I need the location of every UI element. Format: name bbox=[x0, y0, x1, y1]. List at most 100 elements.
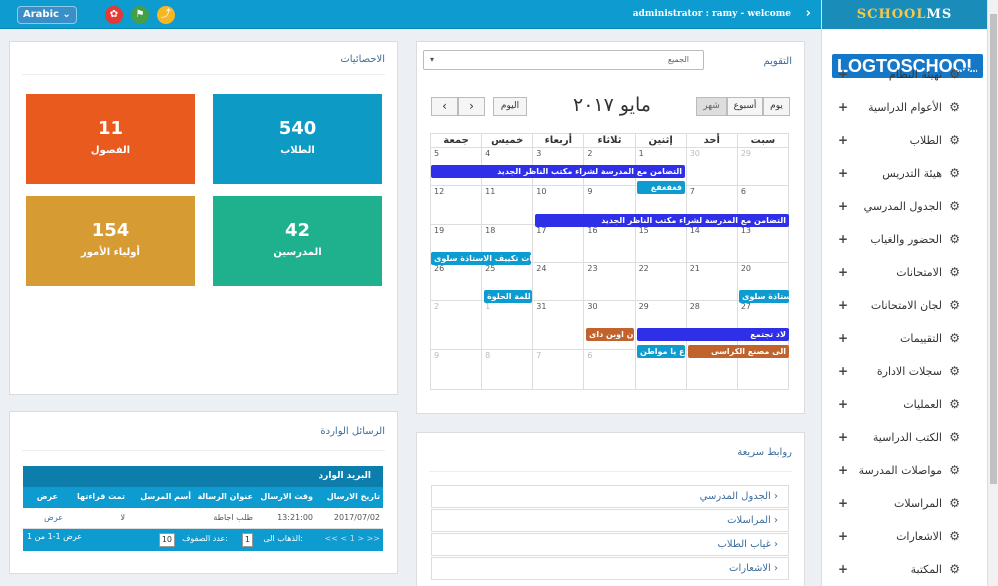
calendar-day[interactable]: 14 bbox=[685, 224, 738, 263]
calendar-day[interactable]: 31 bbox=[532, 300, 585, 350]
plus-icon: + bbox=[838, 232, 849, 246]
calendar-day[interactable]: 13 bbox=[736, 224, 790, 263]
language-dropdown[interactable]: Arabic ⌄ bbox=[17, 6, 77, 24]
prev-month-button[interactable]: ‹ bbox=[431, 97, 458, 116]
calendar-day[interactable]: 9 bbox=[429, 349, 483, 390]
quicklink-messages[interactable]: المراسلات › bbox=[431, 509, 789, 532]
classes-count: 11 bbox=[97, 118, 124, 139]
calendar-day[interactable]: 8 bbox=[481, 349, 534, 390]
scrollbar[interactable] bbox=[987, 0, 998, 586]
sidebar-item[interactable]: + الأعوام الدراسية ⚙ bbox=[822, 92, 988, 125]
sidebar-item[interactable]: + المراسلات ⚙ bbox=[822, 488, 988, 521]
pager-controls[interactable]: << < 1 > >> bbox=[325, 534, 380, 543]
cell-view-link[interactable]: عرض bbox=[44, 513, 63, 522]
month-title: مايو ٢٠١٧ bbox=[573, 94, 651, 116]
calendar-event[interactable]: لاد تجتمع bbox=[637, 328, 789, 341]
quicklink-notifications[interactable]: الاشعارات › bbox=[431, 557, 789, 580]
calendar-day[interactable]: 2 bbox=[429, 300, 483, 350]
sidebar-item[interactable]: + الاشعارات ⚙ bbox=[822, 521, 988, 554]
calendar-event[interactable]: الى مصنع الكراسى bbox=[688, 345, 789, 358]
calendar-day[interactable]: 12 bbox=[429, 185, 483, 225]
sidebar-item[interactable]: + الطلاب ⚙ bbox=[822, 125, 988, 158]
calendar-event[interactable]: تكلفة الاستاذة سلوى bbox=[739, 290, 789, 303]
col-read[interactable]: تمت قراءتها bbox=[77, 492, 125, 501]
welcome-text: administrator : ramy - welcome bbox=[632, 9, 791, 19]
calendar-day[interactable]: 29 bbox=[736, 147, 790, 186]
divider bbox=[22, 74, 385, 75]
sidebar-item[interactable]: + العمليات ⚙ bbox=[822, 389, 988, 422]
goto-page-select[interactable]: 1 bbox=[241, 533, 253, 547]
col-send-time[interactable]: وقت الارسال bbox=[260, 492, 313, 501]
calendar-event[interactable]: ع يا مواطن bbox=[637, 345, 685, 358]
sidebar-item[interactable]: + المكتبة ⚙ bbox=[822, 554, 988, 586]
sidebar-item[interactable]: + التقييمات ⚙ bbox=[822, 323, 988, 356]
col-sender[interactable]: أسم المرسل bbox=[140, 492, 191, 501]
day-number: 4 bbox=[485, 149, 491, 158]
calendar-day[interactable]: 26 bbox=[429, 262, 483, 301]
calendar-event[interactable]: ن اوبن داى bbox=[586, 328, 634, 341]
view-week-button[interactable]: أسبوع bbox=[727, 97, 763, 116]
day-number: 7 bbox=[689, 187, 695, 196]
sidebar-item[interactable]: + هيئة التدريس ⚙ bbox=[822, 158, 988, 191]
plus-icon: + bbox=[838, 463, 849, 477]
sidebar-item[interactable]: + الامتحانات ⚙ bbox=[822, 257, 988, 290]
goto-label: الذهاب الى: bbox=[263, 534, 303, 543]
quicklink-schedule[interactable]: الجدول المدرسي › bbox=[431, 485, 789, 508]
classes-tile[interactable]: 11 الفصول bbox=[26, 94, 195, 184]
chart-button[interactable]: ⤴ bbox=[157, 6, 175, 24]
quicklink-absence[interactable]: غياب الطلاب › bbox=[431, 533, 789, 556]
calendar-event[interactable]: فغفغفغ bbox=[637, 181, 685, 194]
calendar-event[interactable]: التضامن مع المدرسة لشراء مكتب الناظر الج… bbox=[431, 165, 685, 178]
calendar-day[interactable]: 16 bbox=[583, 224, 636, 263]
view-day-button[interactable]: يوم bbox=[763, 97, 790, 116]
settings-button[interactable]: ✿ bbox=[105, 6, 123, 24]
sidebar-item[interactable]: + الكتب الدراسية ⚙ bbox=[822, 422, 988, 455]
cell-time: 13:21:00 bbox=[277, 513, 313, 522]
parents-tile[interactable]: 154 أولياء الأمور bbox=[26, 196, 195, 286]
calendar-day[interactable]: 6 bbox=[583, 349, 636, 390]
calendar-event[interactable]: نفات تكييف الاستاذة سلوى bbox=[431, 252, 531, 265]
calendar-day[interactable]: 21 bbox=[685, 262, 738, 301]
col-send-date[interactable]: تاريخ الارسال bbox=[327, 492, 380, 501]
rows-per-page-select[interactable]: 10 bbox=[158, 533, 175, 547]
sidebar-item-label: التقييمات bbox=[900, 332, 942, 345]
sidebar-item[interactable]: + سجلات الادارة ⚙ bbox=[822, 356, 988, 389]
scrollbar-thumb[interactable] bbox=[990, 14, 997, 484]
calendar-day[interactable]: 29 bbox=[634, 300, 687, 350]
today-button[interactable]: اليوم bbox=[493, 97, 527, 116]
sidebar-item[interactable]: + تهيئة النظام ⚙ bbox=[822, 59, 988, 92]
calendar-event[interactable]: التضامن مع المدرسة لشراء مكتب الناظر الج… bbox=[535, 214, 789, 227]
calendar-day[interactable]: 30 bbox=[583, 300, 636, 350]
sidebar-item[interactable]: + لجان الامتحانات ⚙ bbox=[822, 290, 988, 323]
sidebar-item[interactable]: + الحضور والغياب ⚙ bbox=[822, 224, 988, 257]
calendar-event[interactable]: للمة الحلوة bbox=[484, 290, 532, 303]
calendar-day[interactable]: 1 bbox=[481, 300, 534, 350]
calendar-day[interactable]: 22 bbox=[634, 262, 687, 301]
table-row[interactable]: 2017/07/02 13:21:00 طلب اجاطة لا عرض bbox=[23, 508, 383, 529]
calendar-day[interactable]: 27 bbox=[736, 300, 790, 350]
col-view[interactable]: عرض bbox=[37, 492, 58, 501]
weekday-header: خميس bbox=[481, 133, 534, 148]
next-month-button[interactable]: › bbox=[458, 97, 485, 116]
quicklinks-title: روابط سريعة bbox=[737, 447, 792, 458]
calendar-day[interactable]: 17 bbox=[532, 224, 585, 263]
sidebar-item[interactable]: + الجدول المدرسي ⚙ bbox=[822, 191, 988, 224]
col-subject[interactable]: عنوان الرسالة bbox=[197, 492, 253, 501]
students-tile[interactable]: 540 الطلاب bbox=[213, 94, 382, 184]
calendar-day[interactable]: 7 bbox=[532, 349, 585, 390]
sidebar-item[interactable]: + مواصلات المدرسة ⚙ bbox=[822, 455, 988, 488]
calendar-day[interactable]: 30 bbox=[685, 147, 738, 186]
calendar-day[interactable]: 24 bbox=[532, 262, 585, 301]
calendar-day[interactable]: 11 bbox=[481, 185, 534, 225]
calendar-day[interactable]: 15 bbox=[634, 224, 687, 263]
calendar-filter-select[interactable]: ▾ الجميع bbox=[423, 50, 704, 70]
view-month-button[interactable]: شهر bbox=[696, 97, 727, 116]
chevron-right-icon[interactable]: › bbox=[806, 6, 811, 21]
gear-icon: ⚙ bbox=[949, 100, 960, 114]
day-number: 30 bbox=[689, 149, 700, 158]
calendar-day[interactable]: 23 bbox=[583, 262, 636, 301]
flag-button[interactable]: ⚑ bbox=[131, 6, 149, 24]
gear-icon: ⚙ bbox=[949, 562, 960, 576]
calendar-day[interactable]: 28 bbox=[685, 300, 738, 350]
teachers-tile[interactable]: 42 المدرسين bbox=[213, 196, 382, 286]
